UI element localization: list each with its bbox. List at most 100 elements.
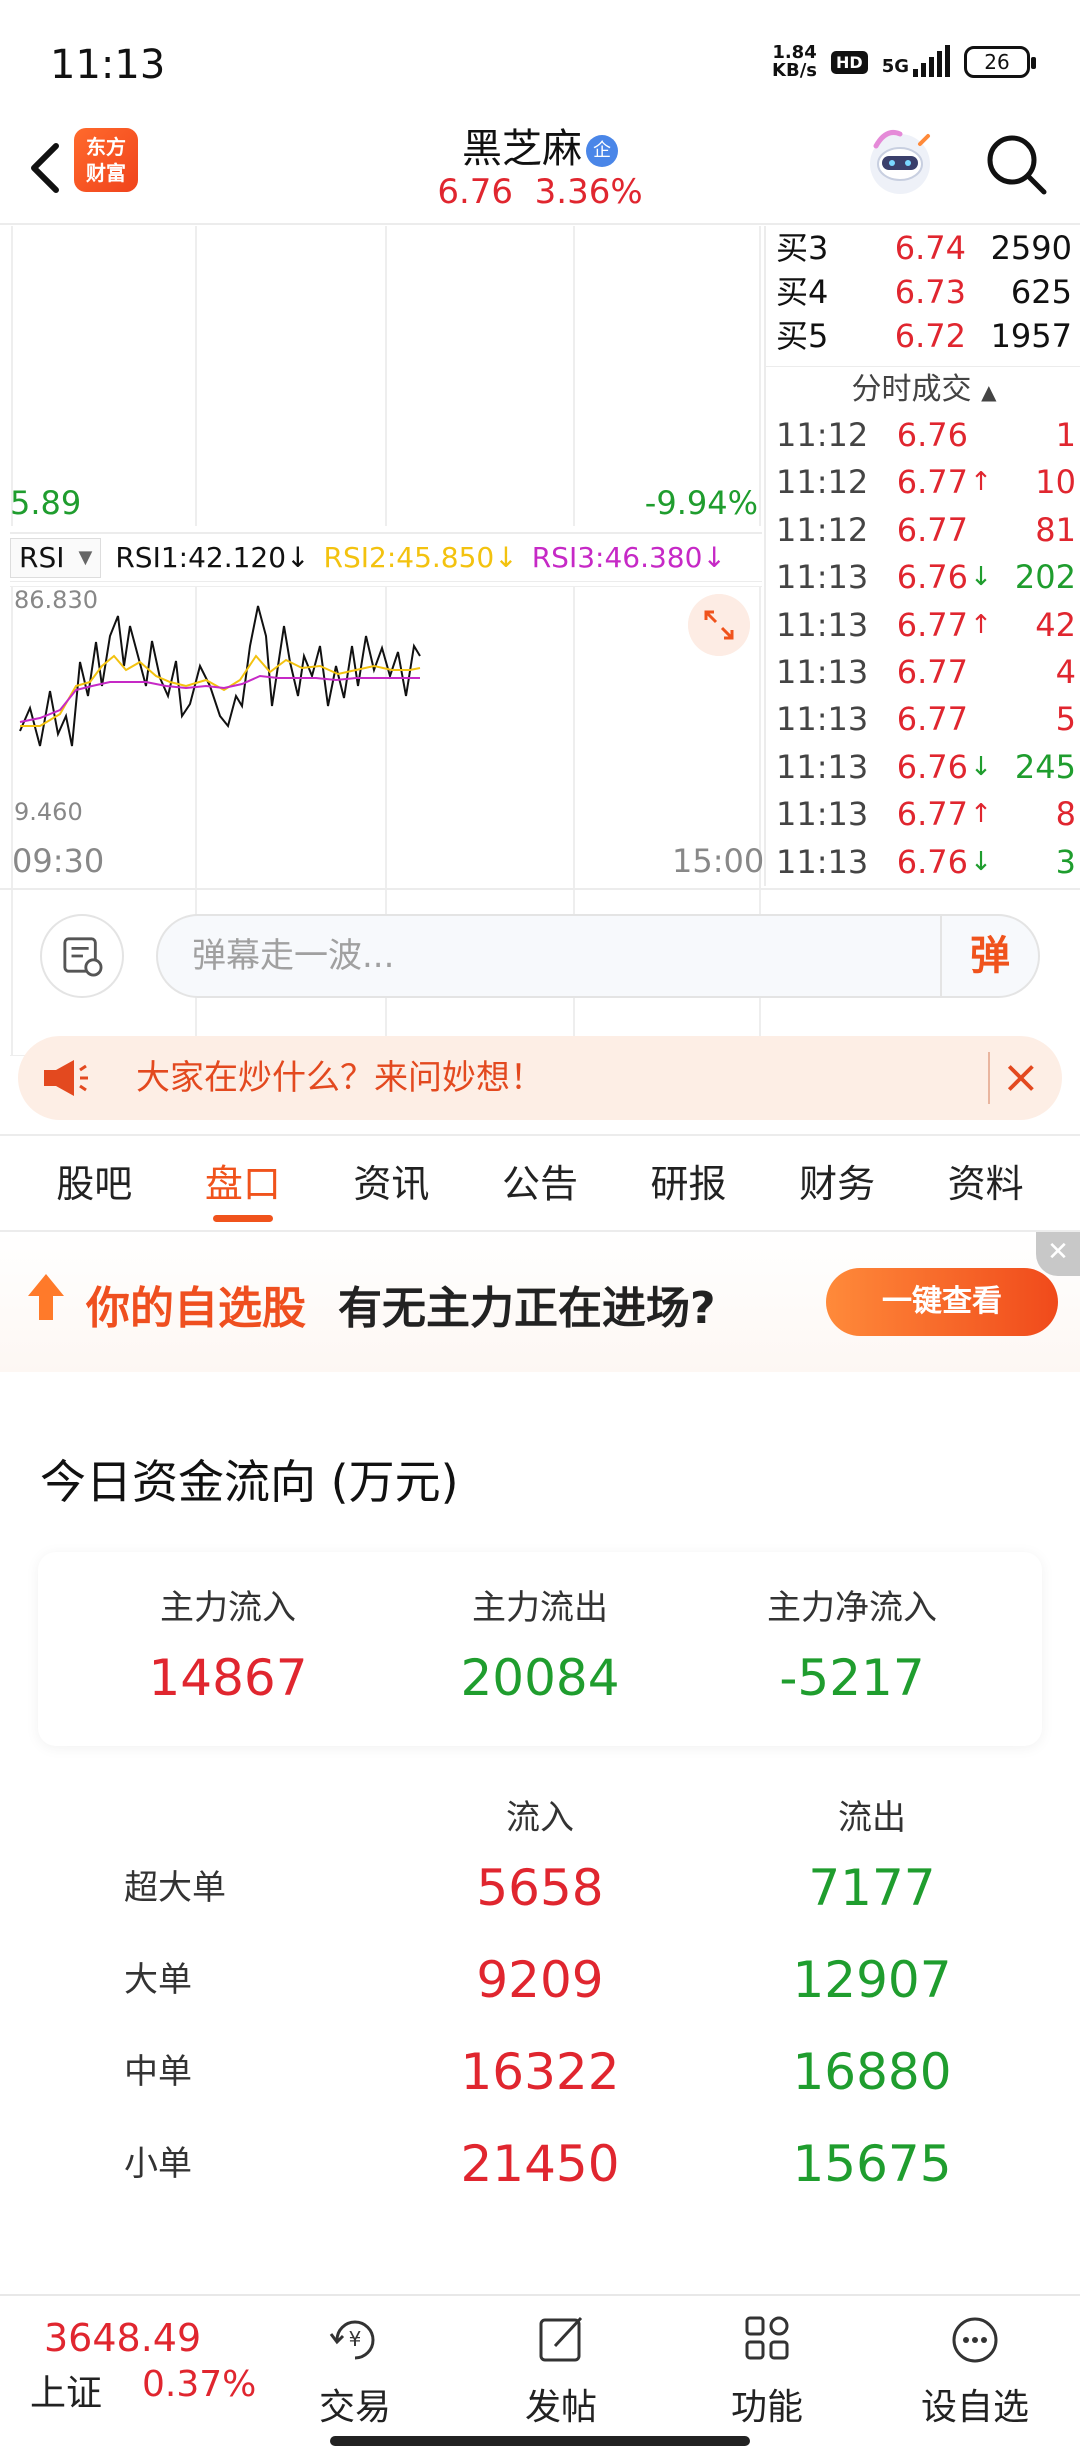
status-icons: 1.84 KB/s HD 5G 26 [772,44,1036,80]
edit-post-icon [539,2316,583,2362]
promo-highlight: 你的自选股 [86,1283,306,1334]
close-icon[interactable] [988,1052,1044,1104]
main-net-inflow: 主力净流入 -5217 [767,1588,937,1707]
message-list-icon[interactable] [40,914,124,998]
flow-row: 大单 9209 12907 [0,1934,1080,2026]
capital-flow-summary: 主力流入 14867 主力流出 20084 主力净流入 -5217 [38,1552,1042,1746]
bid-row: 买4 6.73 625 [776,273,1072,311]
tick-price: 6.77 [896,795,968,834]
time-axis-end: 15:00 [672,842,765,880]
ask-banner-text: 大家在炒什么？来问妙想！ [136,1058,544,1098]
tab-5[interactable]: 财务 [767,1136,907,1230]
tick-direction-icon: ↑ [970,799,992,830]
tick-time: 11:13 [776,558,869,597]
battery-icon: 26 [964,46,1036,78]
tab-6[interactable]: 资料 [916,1136,1056,1230]
tick-price: 6.77 [896,700,968,739]
tick-time: 11:13 [776,842,869,881]
flow-row-label: 小单 [124,2144,192,2184]
hd-badge: HD [831,50,868,74]
danmu-send-button[interactable]: 弹 [940,916,1038,996]
rsi3-value: RSI3:46.380↓ [531,541,726,574]
flow-out-value: 12907 [792,1951,952,2009]
column-header-inflow: 流入 [506,1798,574,1838]
ticks-header[interactable]: 分时成交 ▲ [766,366,1080,412]
tab-2[interactable]: 资讯 [321,1136,461,1230]
robot-assistant-icon[interactable] [862,124,938,200]
bid-row: 买5 6.72 1957 [776,317,1072,355]
index-change-pct: 0.37% [142,2364,257,2405]
dropdown-triangle-icon: ▼ [78,546,93,568]
bid-row: 买3 6.74 2590 [776,229,1072,267]
intraday-chart[interactable]: 5.89 -9.94% RSI ▼ RSI1:42.120↓ RSI2:45.8… [0,226,765,1056]
tick-time: 11:12 [776,463,869,502]
tick-price: 6.76 [896,416,968,454]
rsi1-line [19,605,421,747]
tick-time: 11:13 [776,747,869,786]
tab-3[interactable]: 公告 [470,1136,610,1230]
search-icon[interactable] [980,128,1052,200]
svg-text:¥: ¥ [349,2327,362,2351]
tick-time: 11:13 [776,605,869,644]
stock-header: 东方 财富 黑芝麻企 6.76 3.36% [0,110,1080,225]
tick-row: 11:13 6.76 ↓ 245 [774,744,1078,791]
tick-volume: 8 [1055,795,1076,834]
tab-1[interactable]: 盘口 [173,1136,313,1230]
nav-add-favorite[interactable]: 设自选 [900,2310,1050,2430]
flow-in-value: 9209 [476,1951,604,2009]
danmu-input[interactable]: 弹幕走一波... [156,914,1040,998]
tab-4[interactable]: 研报 [619,1136,759,1230]
tick-row: 11:13 6.77 5 [774,696,1078,743]
stock-change-pct: 3.36% [534,172,643,212]
tick-volume: 81 [1035,510,1076,549]
rsi1-value: RSI1:42.120↓ [115,541,310,574]
close-icon[interactable]: ✕ [1036,1232,1080,1276]
tick-volume: 202 [1014,558,1076,597]
indicator-bar: RSI ▼ RSI1:42.120↓ RSI2:45.850↓ RSI3:46.… [10,532,762,582]
order-book-panel[interactable]: 买3 6.74 2590 买4 6.73 625 买5 6.72 1957 分时… [764,226,1080,886]
rsi2-value: RSI2:45.850↓ [323,541,518,574]
flow-in-value: 21450 [460,2135,620,2193]
flow-row-label: 中单 [124,2052,192,2092]
flow-out-value: 7177 [808,1859,936,1917]
tick-price: 6.77 [896,463,968,502]
tick-time: 11:13 [776,795,869,834]
flow-row: 中单 16322 16880 [0,2026,1080,2118]
tick-price: 6.76 [896,842,968,881]
tick-direction-icon: ↓ [970,562,992,593]
ask-miaoxiang-banner[interactable]: 大家在炒什么？来问妙想！ [18,1036,1062,1120]
tick-volume: 1 [1055,416,1076,454]
nav-post[interactable]: 发帖 [486,2310,636,2430]
flow-row: 小单 21450 15675 [0,2118,1080,2210]
tick-direction-icon: ↑ [970,467,992,498]
home-indicator [330,2436,750,2446]
tick-price: 6.76 [896,747,968,786]
tab-0[interactable]: 股吧 [24,1136,164,1230]
main-inflow: 主力流入 14867 [148,1588,308,1707]
price-axis-low: 5.89 [10,484,82,522]
indicator-select[interactable]: RSI ▼ [10,537,102,578]
promo-banner[interactable]: 你的自选股 有无主力正在进场? 一键查看 ✕ [0,1232,1080,1372]
tick-time: 11:13 [776,700,869,739]
rsi-axis-max: 86.830 [14,586,98,614]
index-value[interactable]: 3648.49 [44,2316,201,2360]
tick-time: 11:12 [776,510,869,549]
tick-row: 11:13 6.76 ↓ 3 [774,839,1078,886]
nav-function[interactable]: 功能 [692,2310,842,2430]
promo-view-button[interactable]: 一键查看 [826,1268,1058,1336]
index-name[interactable]: 上证 [30,2364,102,2416]
price-chart-grid [11,226,761,526]
yen-trade-icon: ¥ [329,2320,375,2360]
expand-chart-icon[interactable] [688,594,750,656]
tick-direction-icon: ↓ [970,751,992,782]
tick-price: 6.77 [896,605,968,644]
tick-volume: 42 [1035,605,1076,644]
flow-out-value: 16880 [792,2043,952,2101]
tick-row: 11:13 6.77 ↑ 8 [774,791,1078,838]
signal-icon: 5G [882,45,950,77]
flow-row-label: 大单 [124,1960,192,2000]
tick-volume: 4 [1055,653,1076,691]
enterprise-badge: 企 [586,135,618,167]
nav-trade[interactable]: ¥ 交易 [280,2310,430,2430]
tick-time: 11:13 [776,653,869,691]
